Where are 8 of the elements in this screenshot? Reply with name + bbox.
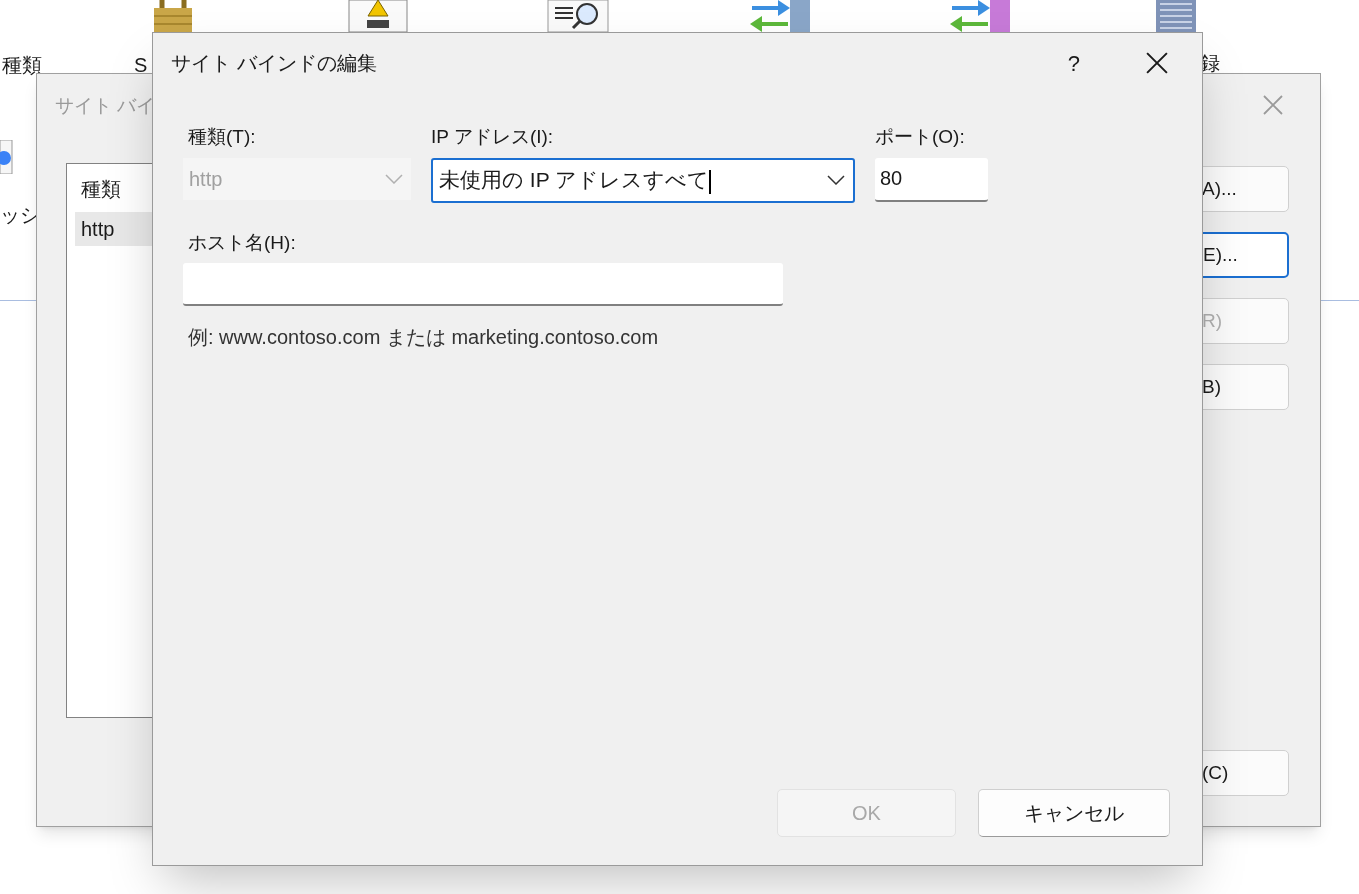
- field-label: IP アドレス(I):: [431, 125, 555, 149]
- window-title: サイト バインドの編集: [171, 51, 377, 76]
- toolbar-label: S: [134, 53, 148, 78]
- hint-text: 例: www.contoso.com または marketing.contoso.com: [187, 325, 660, 350]
- field-label: 種類(T):: [187, 125, 257, 149]
- window-title: サイト バイ: [55, 94, 156, 118]
- field-label: ポート(O):: [875, 125, 966, 149]
- toolbar-label: 種類: [2, 53, 42, 78]
